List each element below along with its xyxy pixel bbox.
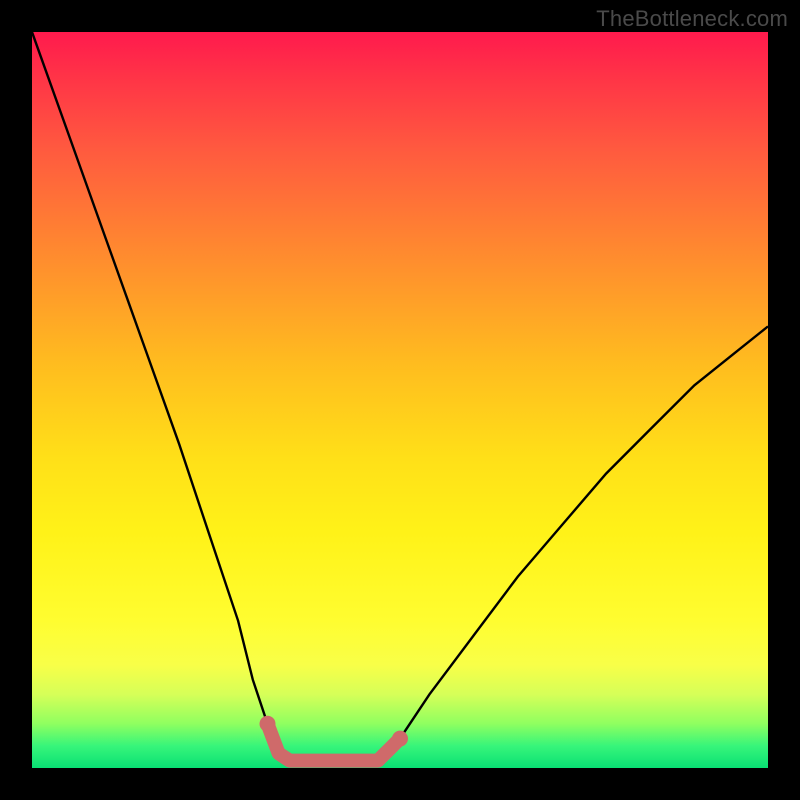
right-curve — [378, 326, 768, 760]
curve-group — [32, 32, 768, 761]
chart-svg — [32, 32, 768, 768]
outer-frame: TheBottleneck.com — [0, 0, 800, 800]
watermark-text: TheBottleneck.com — [596, 6, 788, 32]
highlight-dot — [392, 731, 408, 747]
highlight-segment — [268, 724, 401, 761]
highlight-dot — [260, 716, 276, 732]
left-curve — [32, 32, 290, 761]
plot-area — [32, 32, 768, 768]
